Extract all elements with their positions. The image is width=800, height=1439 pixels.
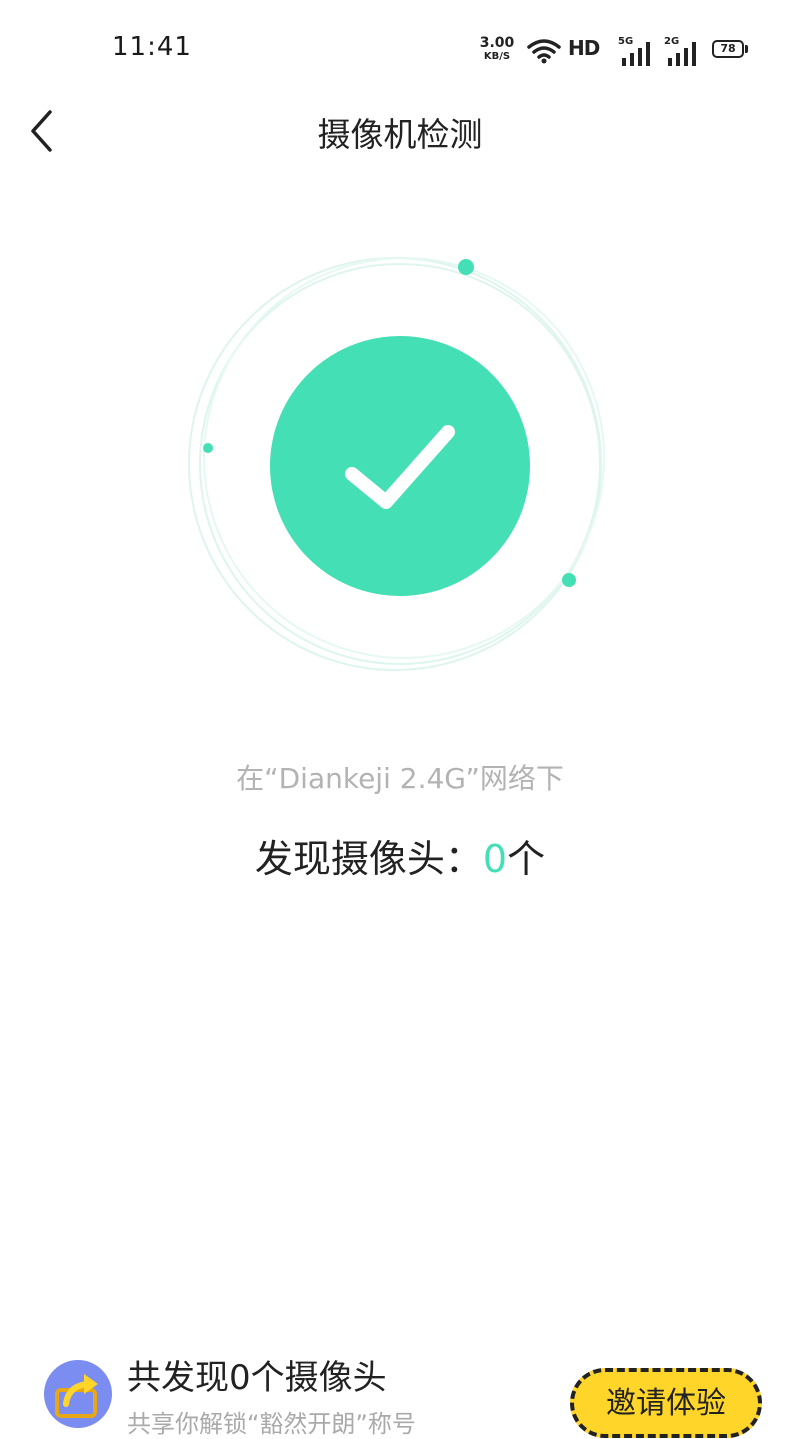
battery-icon: 78 — [712, 40, 744, 58]
orbit-dot-right — [562, 573, 576, 587]
network-name-text: 在“Diankeji 2.4G”网络下 — [236, 762, 564, 795]
network-speed-unit: KB/S — [483, 51, 511, 62]
found-count: 0 — [482, 837, 508, 881]
battery-level: 78 — [720, 42, 736, 55]
footer-title: 共发现0个摄像头 — [127, 1358, 387, 1398]
wifi-icon — [527, 39, 561, 64]
share-icon — [55, 1374, 98, 1418]
status-time: 11:41 — [112, 32, 192, 62]
hd-voice-label: HD — [568, 36, 600, 60]
orbit-dot-top — [458, 259, 474, 275]
share-badge — [44, 1360, 112, 1428]
camera-found-summary: 发现摄像头：0个 — [0, 828, 800, 883]
battery-tip — [745, 45, 748, 53]
invite-button[interactable]: 邀请体验 — [570, 1368, 762, 1438]
page-title: 摄像机检测 — [317, 115, 483, 154]
found-unit: 个 — [507, 837, 546, 881]
scan-complete-badge — [270, 336, 530, 596]
network-speed-value: 3.00 — [479, 35, 515, 51]
status-bar: 11:41 3.00 KB/S HD 5G 2G 78 — [0, 0, 800, 100]
network-speed: 3.00 KB/S — [476, 36, 518, 62]
found-label: 发现摄像头： — [254, 837, 483, 881]
check-icon — [345, 425, 455, 509]
orbit-dot-left — [203, 443, 213, 453]
